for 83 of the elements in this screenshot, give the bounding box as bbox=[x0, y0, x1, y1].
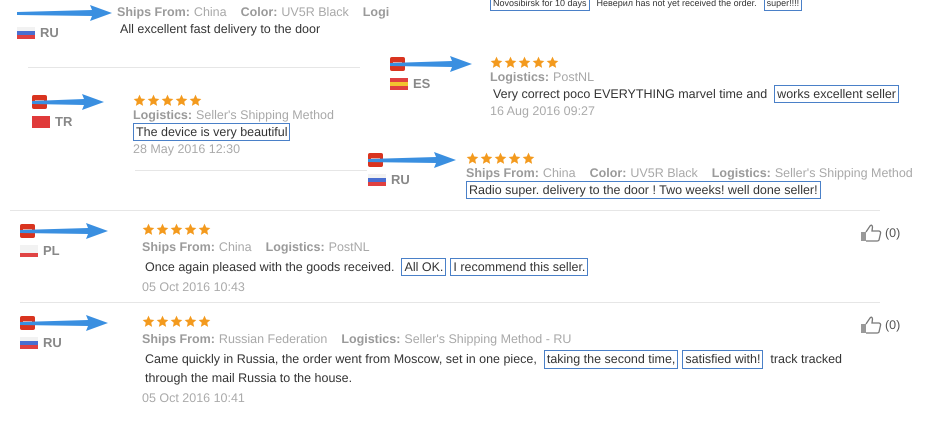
star-icon bbox=[170, 315, 183, 328]
star-icon bbox=[156, 315, 169, 328]
meta-label: Ships From: bbox=[117, 5, 190, 19]
highlighted-comment-text: satisfied with! bbox=[682, 350, 764, 368]
comment-text: track tracked bbox=[769, 351, 843, 368]
review-date: 16 Aug 2016 09:27 bbox=[490, 104, 596, 118]
thumbs-up-icon[interactable] bbox=[860, 224, 882, 242]
review-date: 28 May 2016 12:30 bbox=[133, 142, 242, 156]
like-count: (0) bbox=[885, 226, 900, 240]
like-count: (0) bbox=[885, 318, 900, 332]
highlighted-comment-text: works excellent seller bbox=[774, 85, 899, 104]
flag-icon bbox=[20, 244, 38, 256]
meta-label: Logistics: bbox=[266, 240, 325, 254]
flag-icon bbox=[20, 336, 38, 349]
star-icon bbox=[147, 94, 160, 107]
star-icon bbox=[522, 152, 535, 165]
meta-value: China bbox=[194, 5, 227, 19]
meta-label: Logi bbox=[362, 5, 390, 19]
highlighted-comment-text: taking the second time, bbox=[544, 350, 678, 368]
meta-label: Color: bbox=[590, 166, 626, 180]
meta-label: Logistics: bbox=[712, 166, 771, 180]
star-icon bbox=[490, 56, 503, 69]
comment-text: Very correct poco EVERYTHING marvel time and bbox=[492, 86, 768, 103]
star-icon bbox=[518, 56, 531, 69]
meta-label: Color: bbox=[240, 5, 278, 19]
meta-value: Seller's Shipping Method bbox=[774, 166, 913, 180]
meta-label: Logistics: bbox=[341, 332, 400, 346]
meta-label: Ships From: bbox=[142, 240, 215, 254]
meta-value: China bbox=[218, 240, 252, 254]
star-icon bbox=[161, 94, 174, 107]
star-icon bbox=[170, 223, 183, 236]
star-icon bbox=[480, 152, 493, 165]
star-icon bbox=[184, 315, 197, 328]
flag-icon bbox=[32, 116, 50, 128]
country-code: TR bbox=[55, 114, 72, 129]
star-icon bbox=[508, 152, 521, 165]
meta-value: UV5R Black bbox=[281, 5, 349, 19]
star-icon bbox=[189, 94, 202, 107]
flag-icon bbox=[390, 78, 408, 90]
star-icon bbox=[546, 56, 559, 69]
meta-value: UV5R Black bbox=[630, 166, 698, 180]
highlighted-comment-text: The device is very beautiful bbox=[133, 123, 290, 142]
star-icon bbox=[184, 223, 197, 236]
country-code: PL bbox=[43, 243, 60, 258]
country-code: RU bbox=[43, 335, 62, 350]
review-date: 05 Oct 2016 10:41 bbox=[142, 390, 246, 405]
star-icon bbox=[156, 223, 169, 236]
meta-label: Ships From: bbox=[466, 166, 539, 180]
country-code: RU bbox=[391, 172, 410, 187]
comment-text: All excellent fast delivery to the door bbox=[119, 21, 322, 38]
star-icon bbox=[142, 223, 155, 236]
meta-value: PostNL bbox=[553, 70, 594, 84]
flag-icon bbox=[17, 26, 35, 38]
review-date: 05 Oct 2016 10:43 bbox=[142, 280, 246, 294]
comment-text: through the mail Russia to the house. bbox=[144, 370, 354, 387]
star-icon bbox=[142, 315, 155, 328]
flag-icon bbox=[368, 174, 386, 186]
meta-value: Seller's Shipping Method - RU bbox=[404, 332, 572, 346]
meta-value: China bbox=[542, 166, 576, 180]
star-icon bbox=[504, 56, 517, 69]
star-icon bbox=[198, 315, 211, 328]
annotation-arrow bbox=[32, 94, 104, 110]
star-icon bbox=[133, 94, 146, 107]
comment-text: Once again pleased with the goods received. bbox=[144, 259, 396, 276]
country-code: RU bbox=[40, 25, 59, 40]
meta-value: Seller's Shipping Method bbox=[196, 108, 334, 122]
meta-value: Russian Federation bbox=[218, 332, 328, 346]
highlighted-comment-text: I recommend this seller. bbox=[450, 258, 588, 276]
star-icon bbox=[494, 152, 507, 165]
star-icon bbox=[198, 223, 211, 236]
star-icon bbox=[175, 94, 188, 107]
star-icon bbox=[532, 56, 545, 69]
star-icon bbox=[466, 152, 479, 165]
country-code: ES bbox=[413, 76, 430, 91]
highlighted-comment-text: Radio super. delivery to the door ! Two weeks! well done seller! bbox=[466, 181, 821, 200]
meta-label: Logistics: bbox=[133, 108, 192, 122]
meta-value: PostNL bbox=[328, 240, 370, 254]
meta-label: Ships From: bbox=[142, 332, 215, 346]
highlighted-comment-text: All OK. bbox=[401, 258, 446, 276]
thumbs-up-icon[interactable] bbox=[860, 316, 882, 334]
comment-text: Came quickly in Russia, the order went from Moscow, set in one piece, bbox=[144, 351, 538, 368]
highlighted-comment-text: super!!!! bbox=[764, 0, 802, 11]
meta-label: Logistics: bbox=[490, 70, 550, 84]
